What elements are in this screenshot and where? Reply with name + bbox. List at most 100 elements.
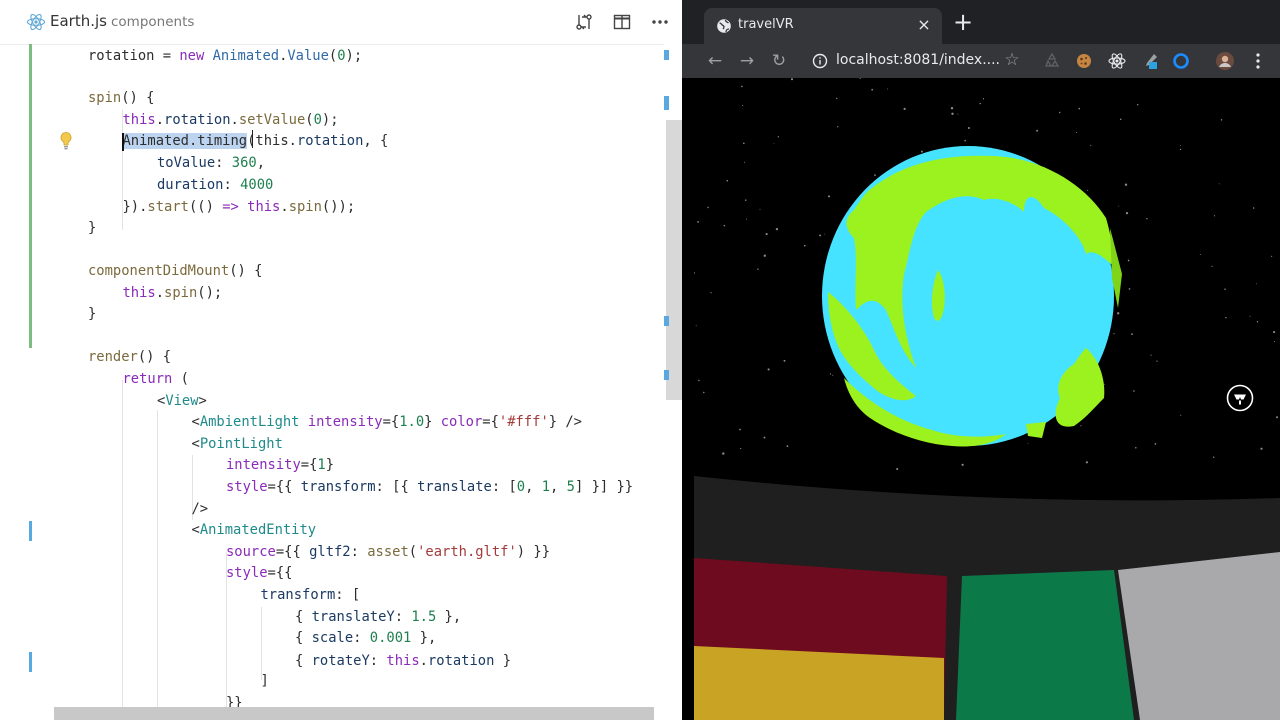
code-line[interactable]: intensity={1} [226, 455, 334, 476]
star [961, 463, 964, 466]
code-token: 1 [317, 457, 326, 473]
star [1179, 148, 1182, 151]
new-tab-button[interactable]: + [952, 10, 974, 34]
circle-extension-icon[interactable] [1171, 51, 1191, 71]
vr-scene-canvas[interactable] [694, 78, 1280, 720]
code-line[interactable]: /> [192, 499, 209, 520]
code-line[interactable]: { translateY: 1.5 }, [295, 607, 461, 628]
star [790, 78, 794, 81]
close-tab-icon[interactable]: × [916, 17, 932, 33]
browser-tab-travelvr[interactable]: travelVR × [704, 8, 942, 44]
code-line[interactable]: return ( [123, 369, 189, 390]
code-line[interactable]: } [88, 304, 96, 325]
code-token: 1.5 [411, 609, 437, 625]
browser-menu-icon[interactable] [1248, 51, 1268, 71]
code-token: start [147, 199, 189, 215]
code-line[interactable]: <AmbientLight intensity={1.0} color={'#f… [192, 412, 583, 433]
selected-text: Animated.timing [122, 133, 248, 149]
star [1127, 259, 1130, 262]
code-line[interactable]: this.rotation.setValue(0); [123, 110, 339, 131]
star [723, 224, 726, 227]
code-line[interactable]: <View> [157, 391, 207, 412]
cookie-extension-icon[interactable] [1074, 51, 1094, 71]
overview-ruler-marker [664, 316, 669, 326]
code-line[interactable]: this.spin(); [123, 283, 223, 304]
code-line[interactable]: render() { [88, 347, 171, 368]
code-token: ] }] }} [574, 479, 634, 495]
star [1119, 118, 1122, 121]
code-token: () { [137, 349, 172, 365]
code-token: ={{ [267, 479, 301, 495]
code-line[interactable]: Animated.timing(this.rotation, { [122, 131, 388, 152]
code-token: spin [88, 90, 122, 106]
code-token: intensity [226, 457, 301, 473]
code-token: () { [121, 90, 155, 106]
code-line[interactable]: <PointLight [192, 434, 283, 455]
star [1220, 119, 1223, 121]
code-token: Animated [212, 48, 280, 64]
code-line[interactable]: source={{ gltf2: asset('earth.gltf') }} [226, 542, 550, 563]
star [803, 244, 806, 247]
star [1117, 312, 1120, 315]
code-line[interactable]: spin() { [88, 88, 154, 109]
star [1273, 331, 1276, 334]
star [1085, 461, 1088, 464]
recycle-extension-icon[interactable] [1042, 51, 1062, 71]
star [1150, 354, 1152, 356]
code-line[interactable]: transform: [ [261, 585, 361, 606]
vertical-scrollbar-thumb[interactable] [666, 120, 682, 400]
code-token: componentDidMount [88, 263, 230, 279]
code-token: AnimatedEntity [199, 522, 317, 538]
star [698, 379, 700, 382]
profile-avatar[interactable] [1215, 51, 1235, 71]
star [767, 368, 770, 371]
code-token: => [222, 199, 239, 215]
code-area[interactable]: rotation = new Animated.Value(0); spin() … [0, 0, 660, 720]
code-line[interactable]: toValue: 360, [157, 153, 265, 174]
code-token: < [191, 436, 200, 452]
code-token: View [165, 393, 199, 409]
code-line[interactable]: ] [261, 671, 269, 692]
star [979, 102, 981, 105]
bookmark-star-icon[interactable]: ☆ [1002, 50, 1022, 70]
code-token: }). [122, 199, 148, 215]
code-token: spin [288, 199, 322, 215]
vr-viewport[interactable] [694, 78, 1280, 720]
react-devtools-icon[interactable] [1107, 51, 1127, 71]
code-token: this [122, 285, 156, 301]
star [982, 98, 985, 100]
star [777, 136, 779, 138]
code-line[interactable]: { rotateY: this.rotation } [295, 651, 511, 672]
code-line[interactable]: <AnimatedEntity [192, 520, 317, 541]
star [836, 97, 838, 100]
forward-button[interactable]: → [736, 50, 758, 72]
star [951, 112, 954, 115]
browser-window: travelVR × + ← → ↻ localhost:8081/index.… [682, 0, 1280, 720]
enter-vr-button[interactable] [1226, 384, 1254, 412]
code-line[interactable]: }).start(() => this.spin()); [123, 197, 356, 218]
code-line[interactable]: style={{ transform: [{ translate: [0, 1,… [226, 477, 633, 498]
address-bar[interactable]: localhost:8081/index.... [804, 48, 1034, 74]
code-line[interactable]: componentDidMount() { [88, 261, 262, 282]
code-token: /> [191, 501, 209, 517]
star [1118, 205, 1120, 207]
code-line[interactable]: style={{ [226, 563, 292, 584]
star [920, 150, 923, 153]
url-text[interactable]: localhost:8081/index.... [836, 52, 1000, 68]
code-line[interactable]: } [88, 218, 96, 239]
code-line[interactable]: rotation = new Animated.Value(0); [88, 46, 362, 67]
horizontal-scrollbar-thumb[interactable] [54, 707, 654, 720]
code-token: translate [417, 479, 492, 495]
star [786, 445, 789, 447]
back-button[interactable]: ← [704, 50, 726, 72]
code-token: setValue [238, 112, 306, 128]
star [957, 113, 959, 115]
star [759, 208, 761, 210]
info-icon[interactable] [812, 53, 828, 69]
reload-button[interactable]: ↻ [768, 50, 790, 72]
code-line[interactable]: duration: 4000 [157, 175, 273, 196]
code-token: 360 [231, 155, 257, 171]
code-line[interactable]: { scale: 0.001 }, [295, 628, 436, 649]
star [745, 218, 747, 220]
eyedropper-extension-icon[interactable] [1140, 51, 1160, 71]
